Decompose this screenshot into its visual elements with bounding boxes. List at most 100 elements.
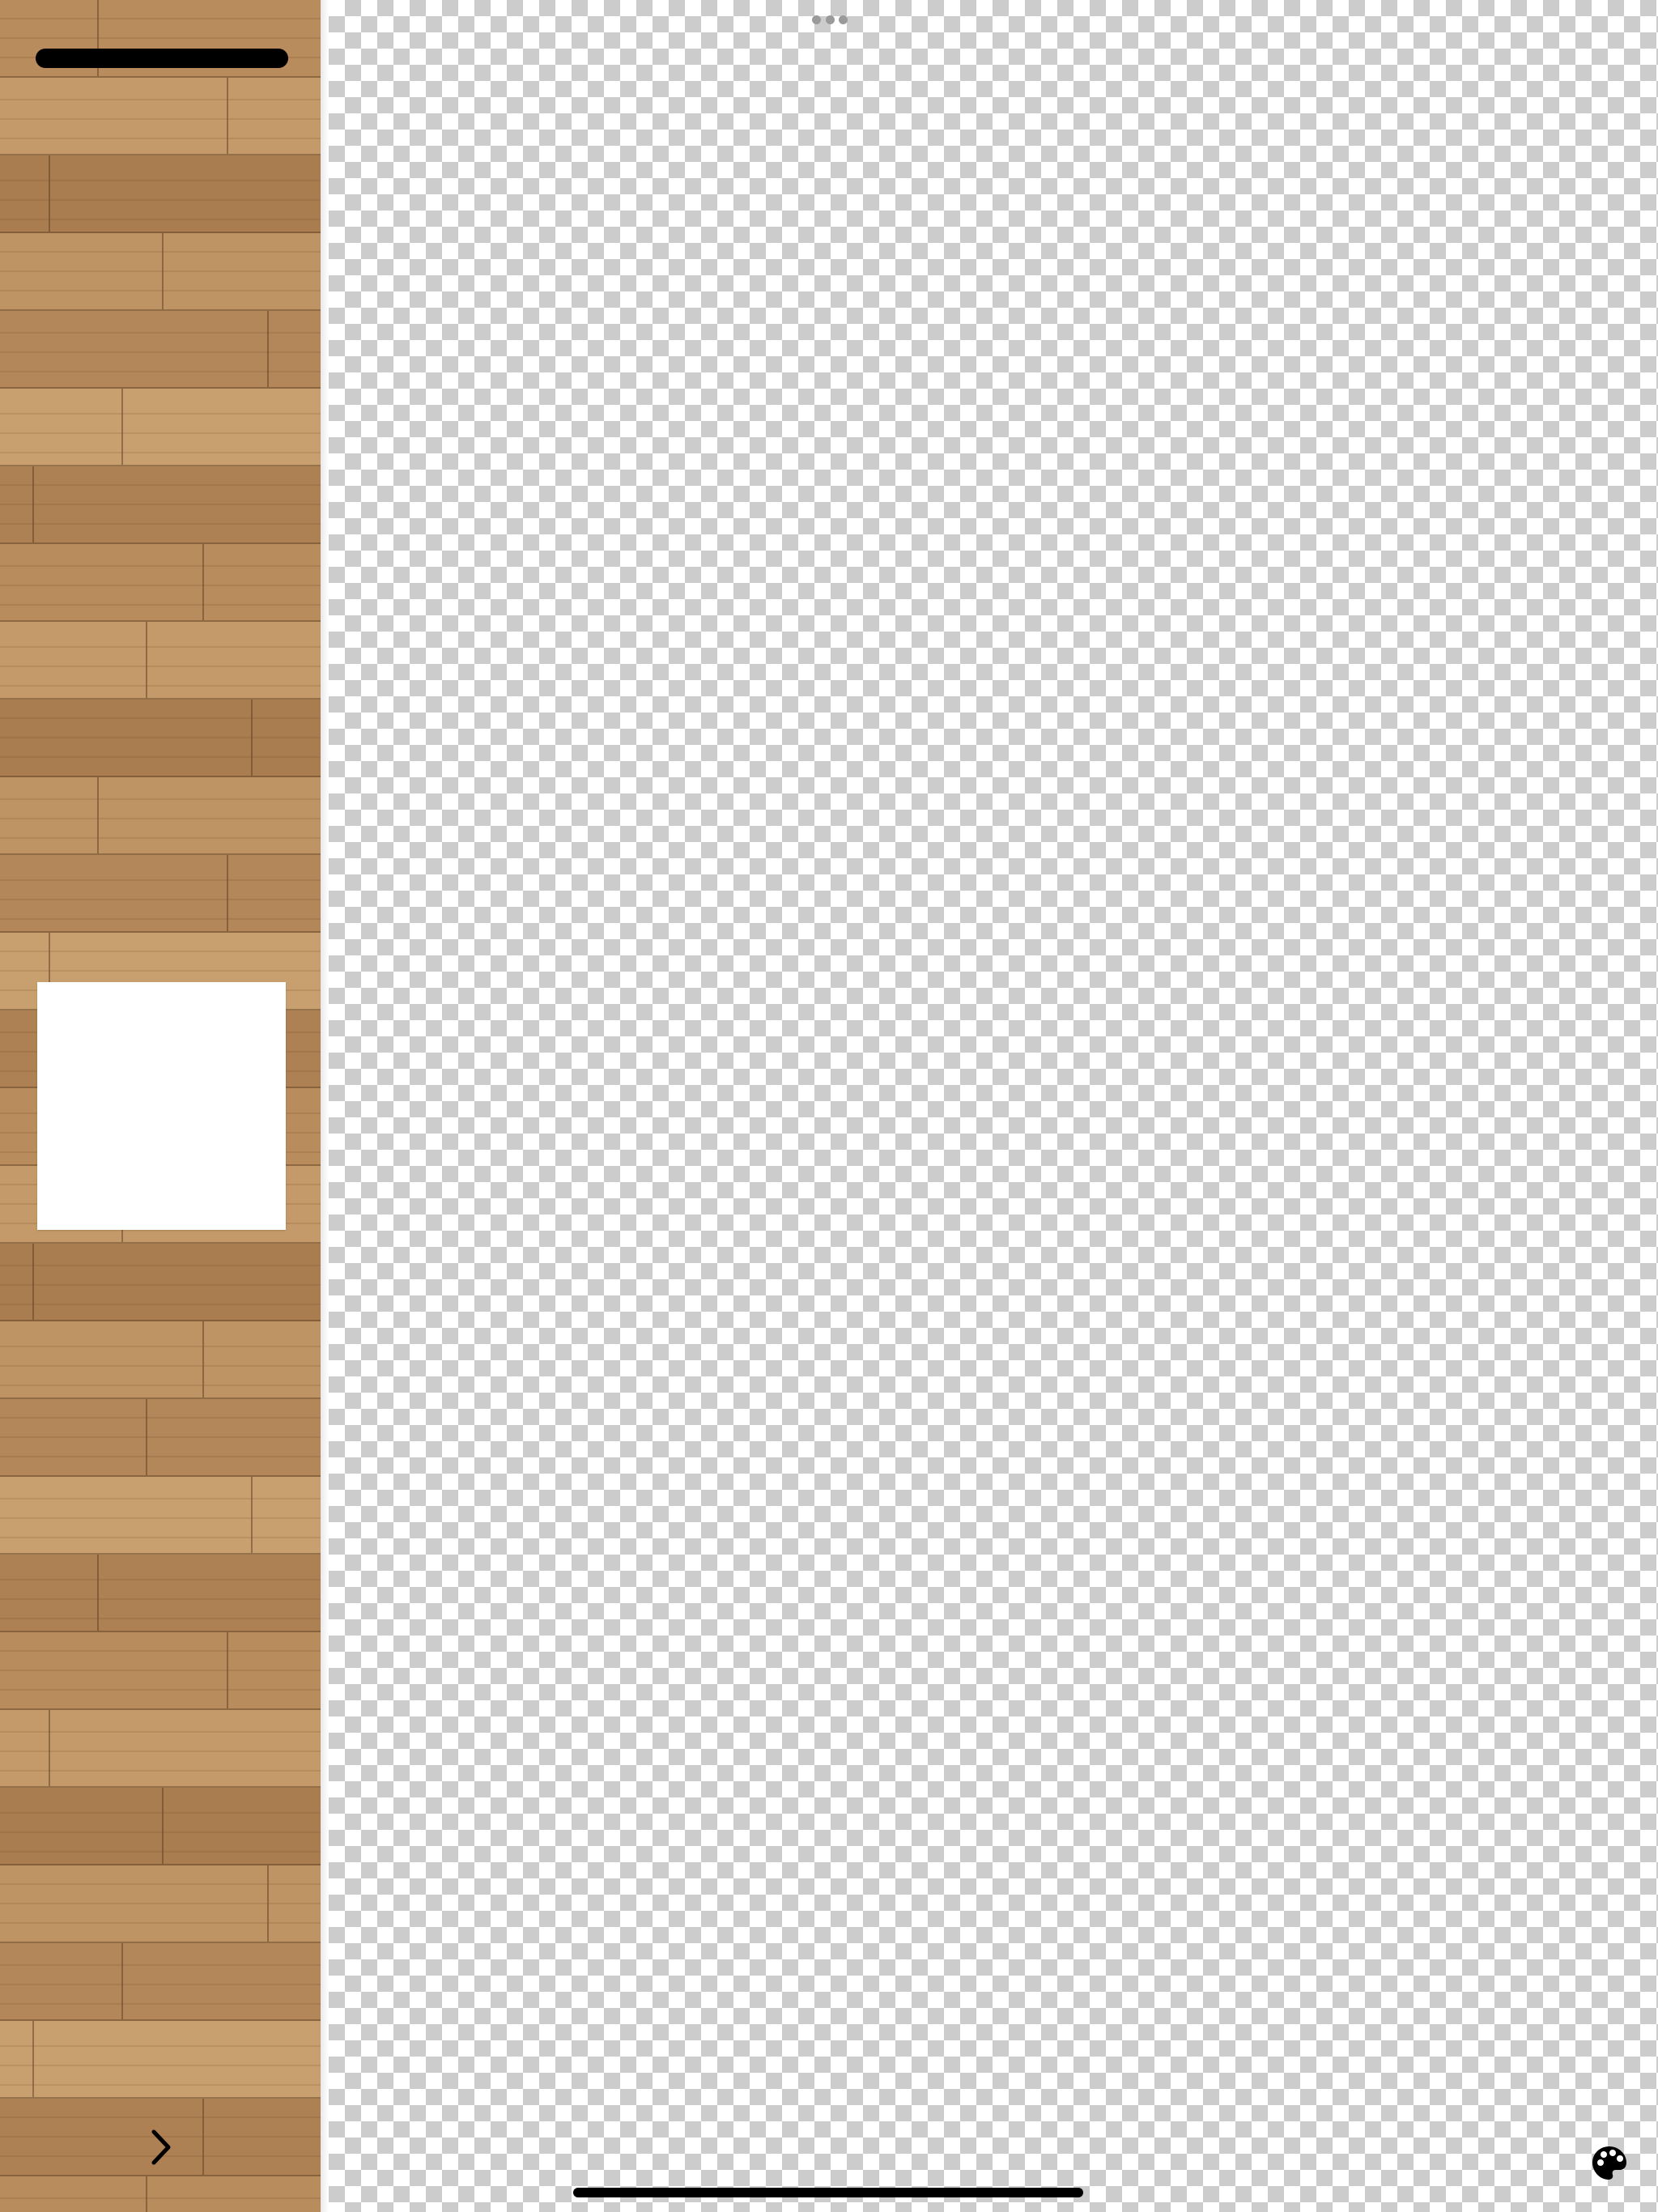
wood-grain [0,99,324,100]
wood-grain [0,37,324,39]
wood-grain [0,1436,324,1438]
sidebar-divider[interactable] [321,0,329,2212]
wood-grain [0,798,324,800]
wood-grain [0,1304,324,1305]
wood-plank [0,1244,324,1321]
wood-seam [227,78,228,154]
wood-grain [0,717,324,719]
wood-grain [0,1498,324,1499]
wood-grain [0,970,324,972]
wood-grain [0,2045,324,2047]
wood-grain [0,219,324,220]
wood-seam [49,1710,50,1786]
wood-grain [0,484,324,486]
wood-seam [146,2176,147,2212]
wood-grain [0,432,324,434]
wood-plank [0,389,324,466]
wood-plank [0,855,324,933]
wood-seam [267,311,269,387]
wood-plank [0,1710,324,1788]
ellipsis-icon [812,15,821,24]
home-indicator[interactable] [573,2188,1083,2197]
drawing-canvas[interactable] [329,0,1658,2212]
wood-grain [0,1903,324,1904]
wood-grain [0,199,324,201]
multitasking-button[interactable] [812,15,848,24]
wood-grain [0,899,324,900]
wood-plank [0,1865,324,1943]
app-window [0,0,1658,2212]
page-sidebar [0,0,324,2212]
wood-grain [0,1346,324,1347]
wood-grain [0,879,324,881]
wood-grain [0,1670,324,1671]
wood-plank [0,78,324,155]
wood-grain [0,180,324,181]
wood-grain [0,585,324,586]
wood-grain [0,646,324,648]
wood-grain [0,1812,324,1814]
wood-grain [0,1284,324,1286]
sidebar-handle[interactable] [36,49,288,68]
wood-grain [0,413,324,415]
wood-grain [0,737,324,738]
wood-grain [0,138,324,139]
wood-grain [0,1851,324,1853]
wood-grain [0,1618,324,1619]
wood-grain [0,1365,324,1367]
wood-grain [0,1650,324,1652]
wood-plank [0,1632,324,1710]
wood-plank [0,777,324,855]
wood-plank [0,700,324,777]
wood-grain [0,604,324,606]
wood-plank [0,1555,324,1632]
wood-grain [0,2084,324,2086]
wood-grain [0,1385,324,1386]
wood-plank [0,1321,324,1399]
wood-grain [0,1417,324,1419]
wood-grain [0,452,324,453]
wood-grain [0,2197,324,2199]
wood-seam [32,1244,34,1320]
wood-seam [251,1477,253,1553]
page-thumbnail[interactable] [37,982,286,1230]
wood-grain [0,270,324,272]
wood-grain [0,18,324,19]
wood-seam [121,1943,123,2019]
wood-grain [0,1770,324,1772]
ellipsis-icon [825,15,835,24]
wood-grain [0,1984,324,1985]
expand-sidebar-button[interactable] [142,2125,181,2170]
wood-grain [0,1689,324,1691]
wood-grain [0,1537,324,1538]
wood-grain [0,1456,324,1457]
wood-grain [0,1731,324,1733]
wood-plank [0,1943,324,2021]
chevron-right-icon [151,2129,171,2165]
wood-grain [0,1598,324,1600]
wood-grain [0,1265,324,1266]
wood-plank [0,544,324,622]
wood-grain [0,951,324,952]
wood-grain [0,1831,324,1833]
wood-plank [0,1788,324,1865]
wood-plank [0,1477,324,1555]
wood-grain [0,2065,324,2066]
wood-grain [0,2003,324,2005]
wood-grain [0,918,324,920]
wood-grain [0,332,324,334]
wood-grain [0,1517,324,1519]
wood-plank [0,1399,324,1477]
wood-grain [0,1883,324,1885]
wood-grain [0,523,324,525]
wood-grain [0,756,324,758]
palette-button[interactable] [1590,2144,1629,2183]
ellipsis-icon [839,15,848,24]
wood-grain [0,251,324,253]
wood-grain [0,371,324,372]
wood-grain [0,565,324,567]
wood-grain [0,1579,324,1580]
wood-plank [0,466,324,544]
wood-plank [0,155,324,233]
wood-grain [0,685,324,687]
